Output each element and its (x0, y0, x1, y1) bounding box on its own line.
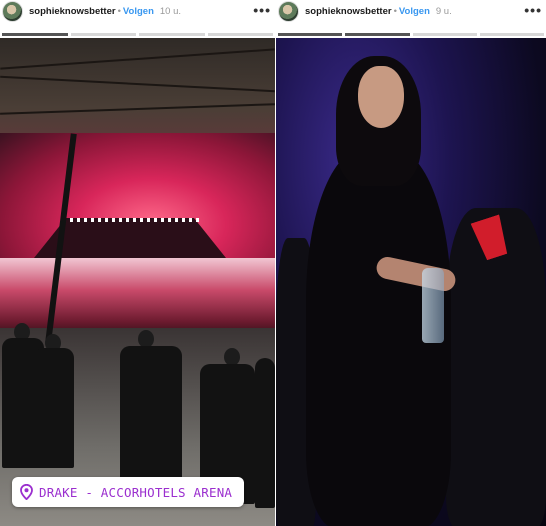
water-bottle (422, 268, 444, 343)
story-header: sophieknowsbetter • Volgen 9 u. ••• (276, 0, 546, 38)
woman-face (358, 66, 404, 128)
location-pin-icon (20, 484, 33, 500)
arena-roof (0, 38, 275, 138)
post-time: 9 u. (435, 6, 452, 17)
follow-button[interactable]: Volgen (399, 6, 430, 17)
progress-segment (278, 33, 343, 36)
stage-lights (70, 218, 200, 222)
story-photo-arena[interactable] (0, 38, 275, 526)
follow-button[interactable]: Volgen (123, 6, 154, 17)
person-silhouette (120, 346, 182, 486)
separator-dot: • (393, 6, 397, 17)
story-panel-right[interactable]: sophieknowsbetter • Volgen 9 u. ••• (276, 0, 546, 526)
header-line: sophieknowsbetter • Volgen 10 u. (29, 6, 181, 17)
separator-dot: • (117, 6, 121, 17)
username-link[interactable]: sophieknowsbetter (305, 6, 392, 17)
progress-segment (207, 33, 273, 36)
more-horizontal-icon[interactable]: ••• (524, 2, 542, 18)
story-progress-bar (278, 33, 544, 36)
location-label: DRAKE - ACCORHOTELS ARENA (39, 484, 233, 500)
progress-segment (70, 33, 136, 36)
progress-segment (345, 33, 410, 36)
progress-segment (139, 33, 205, 36)
story-panel-left[interactable]: sophieknowsbetter • Volgen 10 u. ••• DRA… (0, 0, 275, 526)
location-sticker[interactable]: DRAKE - ACCORHOTELS ARENA (12, 477, 245, 507)
story-photo-party[interactable] (276, 38, 546, 526)
person-silhouette (34, 348, 74, 468)
more-horizontal-icon[interactable]: ••• (253, 2, 271, 18)
profile-avatar[interactable] (278, 1, 299, 22)
post-time: 10 u. (159, 6, 182, 17)
progress-segment (2, 33, 68, 36)
username-link[interactable]: sophieknowsbetter (29, 6, 116, 17)
person-silhouette (255, 358, 275, 508)
progress-segment (479, 33, 544, 36)
progress-segment (412, 33, 477, 36)
story-header: sophieknowsbetter • Volgen 10 u. ••• (0, 0, 275, 38)
crowd-area (0, 258, 275, 338)
header-line: sophieknowsbetter • Volgen 9 u. (305, 6, 452, 17)
story-progress-bar (2, 33, 273, 36)
profile-avatar[interactable] (2, 1, 23, 22)
